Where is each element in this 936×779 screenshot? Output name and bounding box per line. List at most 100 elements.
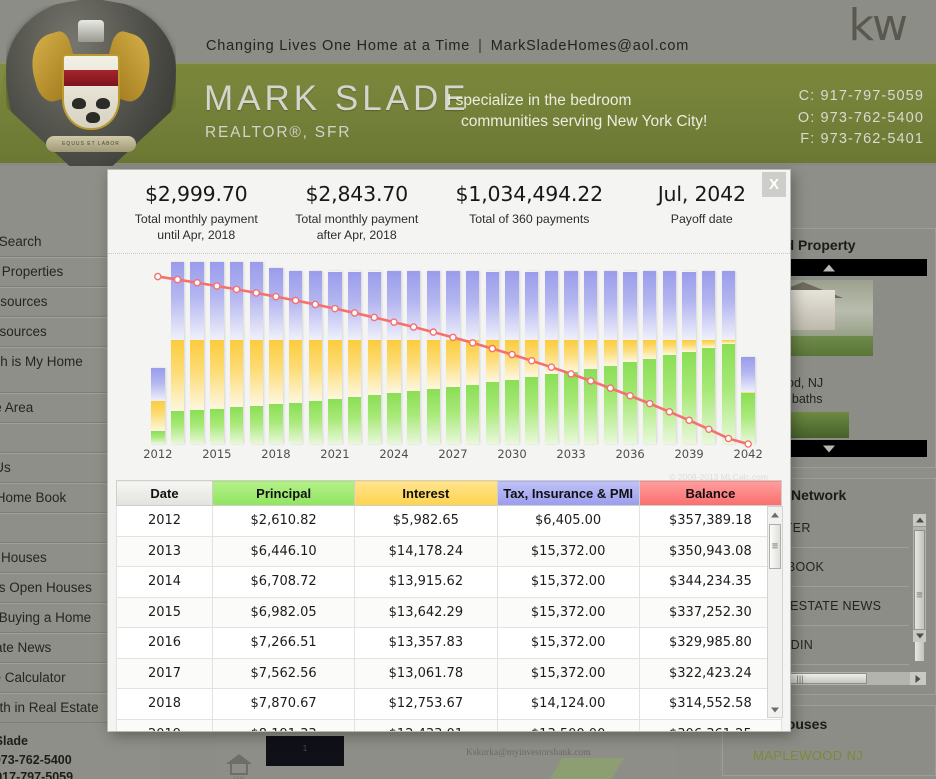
close-dialog-button[interactable]: X bbox=[762, 172, 786, 197]
chevron-down-icon bbox=[823, 445, 835, 452]
table-cell: $7,562.56 bbox=[211, 657, 356, 689]
table-row[interactable]: 2016 $7,266.51 $13,357.83 $15,372.00 $329,98… bbox=[116, 627, 783, 659]
table-row[interactable]: 2018 $7,870.67 $12,753.67 $14,124.00 $314,55… bbox=[116, 688, 783, 720]
chart-bar-slot bbox=[345, 262, 365, 444]
kw-logo: kw bbox=[848, 0, 908, 51]
chart-bar-slot bbox=[207, 262, 227, 444]
column-header-date[interactable]: Date bbox=[116, 480, 213, 506]
chart-bar-slot bbox=[620, 262, 640, 444]
summary-label: Payoff date bbox=[622, 211, 782, 227]
sidebar-item-buyer-resources[interactable]: Buyer Resources bbox=[0, 287, 110, 317]
summary-value: Jul, 2042 bbox=[657, 182, 746, 206]
sidebar-item-mortgage-calculator[interactable]: Mortgage Calculator bbox=[0, 663, 110, 693]
sidebar-item-short-hills-open-houses[interactable]: Short Hills Open Houses bbox=[0, 573, 110, 603]
chart-bar-segment bbox=[544, 374, 558, 444]
chart-bar bbox=[288, 271, 303, 444]
column-header-tax-insurance-pmi[interactable]: Tax, Insurance & PMI bbox=[496, 480, 640, 506]
table-vertical-scrollbar[interactable] bbox=[767, 506, 783, 718]
table-cell: 2013 bbox=[116, 535, 213, 567]
table-scroll-down-arrow[interactable] bbox=[768, 702, 782, 717]
chart-bar-slot bbox=[738, 262, 758, 444]
chart-bar-slot bbox=[463, 262, 483, 444]
column-header-principal[interactable]: Principal bbox=[211, 480, 356, 506]
chart-bar-segment bbox=[642, 339, 657, 359]
chart-bar-segment bbox=[603, 339, 617, 366]
chart-bar-slot bbox=[581, 262, 601, 444]
table-cell: $5,982.65 bbox=[354, 505, 498, 537]
network-scroll-up-arrow[interactable] bbox=[913, 514, 926, 527]
sidebar-item-guide-to-buying[interactable]: Guide to Buying a Home bbox=[0, 603, 110, 633]
table-scroll-thumb[interactable] bbox=[769, 524, 781, 569]
chart-bar-segment bbox=[701, 348, 716, 444]
chart-bars bbox=[148, 262, 758, 444]
chart-bar-segment bbox=[524, 377, 539, 444]
chart-x-tick: 2024 bbox=[379, 447, 409, 461]
sidebar-item-about-the-area[interactable]: About the Area bbox=[0, 393, 110, 423]
table-row[interactable]: 2017 $7,562.56 $13,061.78 $15,372.00 $322,42… bbox=[116, 657, 783, 689]
table-row[interactable]: 2014 $6,708.72 $13,915.62 $15,372.00 $344,23… bbox=[116, 566, 783, 598]
lender-email[interactable]: Kskurka@myinvestorsbank.com bbox=[466, 748, 591, 758]
chart-bar-segment bbox=[426, 389, 440, 444]
table-row[interactable]: 2019$8,191.33$12,433.01$13,500.00$306,36… bbox=[116, 718, 783, 731]
sidebar-footer-name: Mark Slade bbox=[0, 734, 29, 748]
phone-cell: C: 917-797-5059 bbox=[798, 88, 924, 104]
chart-x-tick: 2012 bbox=[143, 447, 173, 461]
sidebar-item-schools[interactable]: Schools bbox=[0, 513, 110, 543]
chart-bar-segment bbox=[583, 368, 598, 444]
chart-bar-segment bbox=[406, 391, 421, 444]
sidebar-item-nj-open-houses[interactable]: NJ Open Houses bbox=[0, 543, 110, 573]
chart-bar-segment bbox=[190, 410, 204, 444]
sidebar-nav: Property Search Featured Properties Buye… bbox=[0, 228, 110, 779]
summary-value: $2,999.70 bbox=[144, 182, 248, 206]
chart-bar-segment bbox=[505, 339, 519, 380]
network-hscroll-right-arrow[interactable] bbox=[910, 672, 926, 685]
chart-bar-segment bbox=[210, 408, 224, 444]
table-scroll-up-arrow[interactable] bbox=[768, 507, 782, 522]
table-row[interactable]: 2015 $6,982.05 $13,642.29 $15,372.00 $337,25… bbox=[116, 596, 783, 628]
network-vertical-scrollbar[interactable] bbox=[912, 513, 927, 662]
chart-bar-segment bbox=[564, 339, 578, 372]
chart-bar-segment bbox=[465, 384, 480, 444]
column-header-balance[interactable]: Balance bbox=[638, 480, 783, 506]
sidebar-item-real-estate-news[interactable]: Real Estate News bbox=[0, 633, 110, 663]
header-email[interactable]: MarkSladeHomes@aol.com bbox=[491, 38, 689, 54]
chart-bar-segment bbox=[249, 262, 263, 340]
sidebar-item-this-month-in-real-estate[interactable]: This Month in Real Estate bbox=[0, 693, 110, 723]
table-row[interactable]: 2013 $6,446.10 $14,178.24 $15,372.00 $350,94… bbox=[116, 535, 783, 567]
tagline-separator: | bbox=[478, 38, 483, 54]
sidebar-item-first-home-book[interactable]: My First Home Book bbox=[0, 483, 110, 513]
column-header-interest[interactable]: Interest bbox=[354, 480, 498, 506]
sidebar-contact-footer: Mark Slade Phone: 973-762-5400 Mobile: 9… bbox=[0, 723, 110, 779]
page-root: Changing Lives One Home at a Time | MarkSl… bbox=[0, 0, 936, 779]
open-houses-item-maplewood[interactable]: MAPLEWOOD NJ bbox=[731, 740, 927, 767]
chart-bar-segment bbox=[583, 271, 598, 340]
summary-value: $1,034,494.22 bbox=[455, 182, 604, 206]
sidebar-item-home-worth[interactable]: How Much is My Home Worth? bbox=[0, 347, 110, 393]
chart-bar-segment bbox=[446, 271, 460, 340]
network-scroll-down-arrow[interactable] bbox=[913, 629, 926, 642]
mortgage-results-dialog: X $2,999.70 Total monthly payment until … bbox=[108, 170, 790, 731]
chart-x-tick: 2030 bbox=[497, 447, 527, 461]
sidebar-item-property-search[interactable]: Property Search bbox=[0, 228, 110, 257]
chart-bar-segment bbox=[406, 271, 421, 340]
table-cell: 2018 bbox=[116, 688, 213, 720]
sidebar-item-seller-resources[interactable]: Seller Resources bbox=[0, 317, 110, 347]
phone-fax: F: 973-762-5401 bbox=[800, 131, 924, 147]
chart-bar-segment bbox=[682, 351, 696, 444]
table-cell: $13,500.00 bbox=[496, 718, 640, 731]
sidebar-item-featured-properties[interactable]: Featured Properties bbox=[0, 257, 110, 287]
chart-bar-segment bbox=[701, 339, 716, 349]
specialty-line-1: I specialize in the bedroom bbox=[447, 92, 632, 109]
summary-label: Total monthly payment after Apr, 2018 bbox=[276, 211, 436, 243]
sidebar-item-contact-us[interactable]: Contact Us bbox=[0, 453, 110, 483]
chart-bar-segment bbox=[623, 271, 637, 340]
sidebar-item-about-us[interactable]: About Us bbox=[0, 423, 110, 453]
chart-bar-segment bbox=[564, 371, 578, 444]
summary-label-line1: Total of 360 payments bbox=[469, 212, 590, 226]
chart-bar-segment bbox=[229, 262, 244, 340]
chart-bar bbox=[544, 271, 558, 444]
network-scroll-thumb[interactable] bbox=[914, 530, 925, 662]
table-row[interactable]: 2012 $2,610.82 $5,982.65 $6,405.00 $357,389.… bbox=[116, 505, 783, 537]
chart-bar-segment bbox=[446, 339, 460, 387]
chart-bar bbox=[741, 357, 755, 444]
